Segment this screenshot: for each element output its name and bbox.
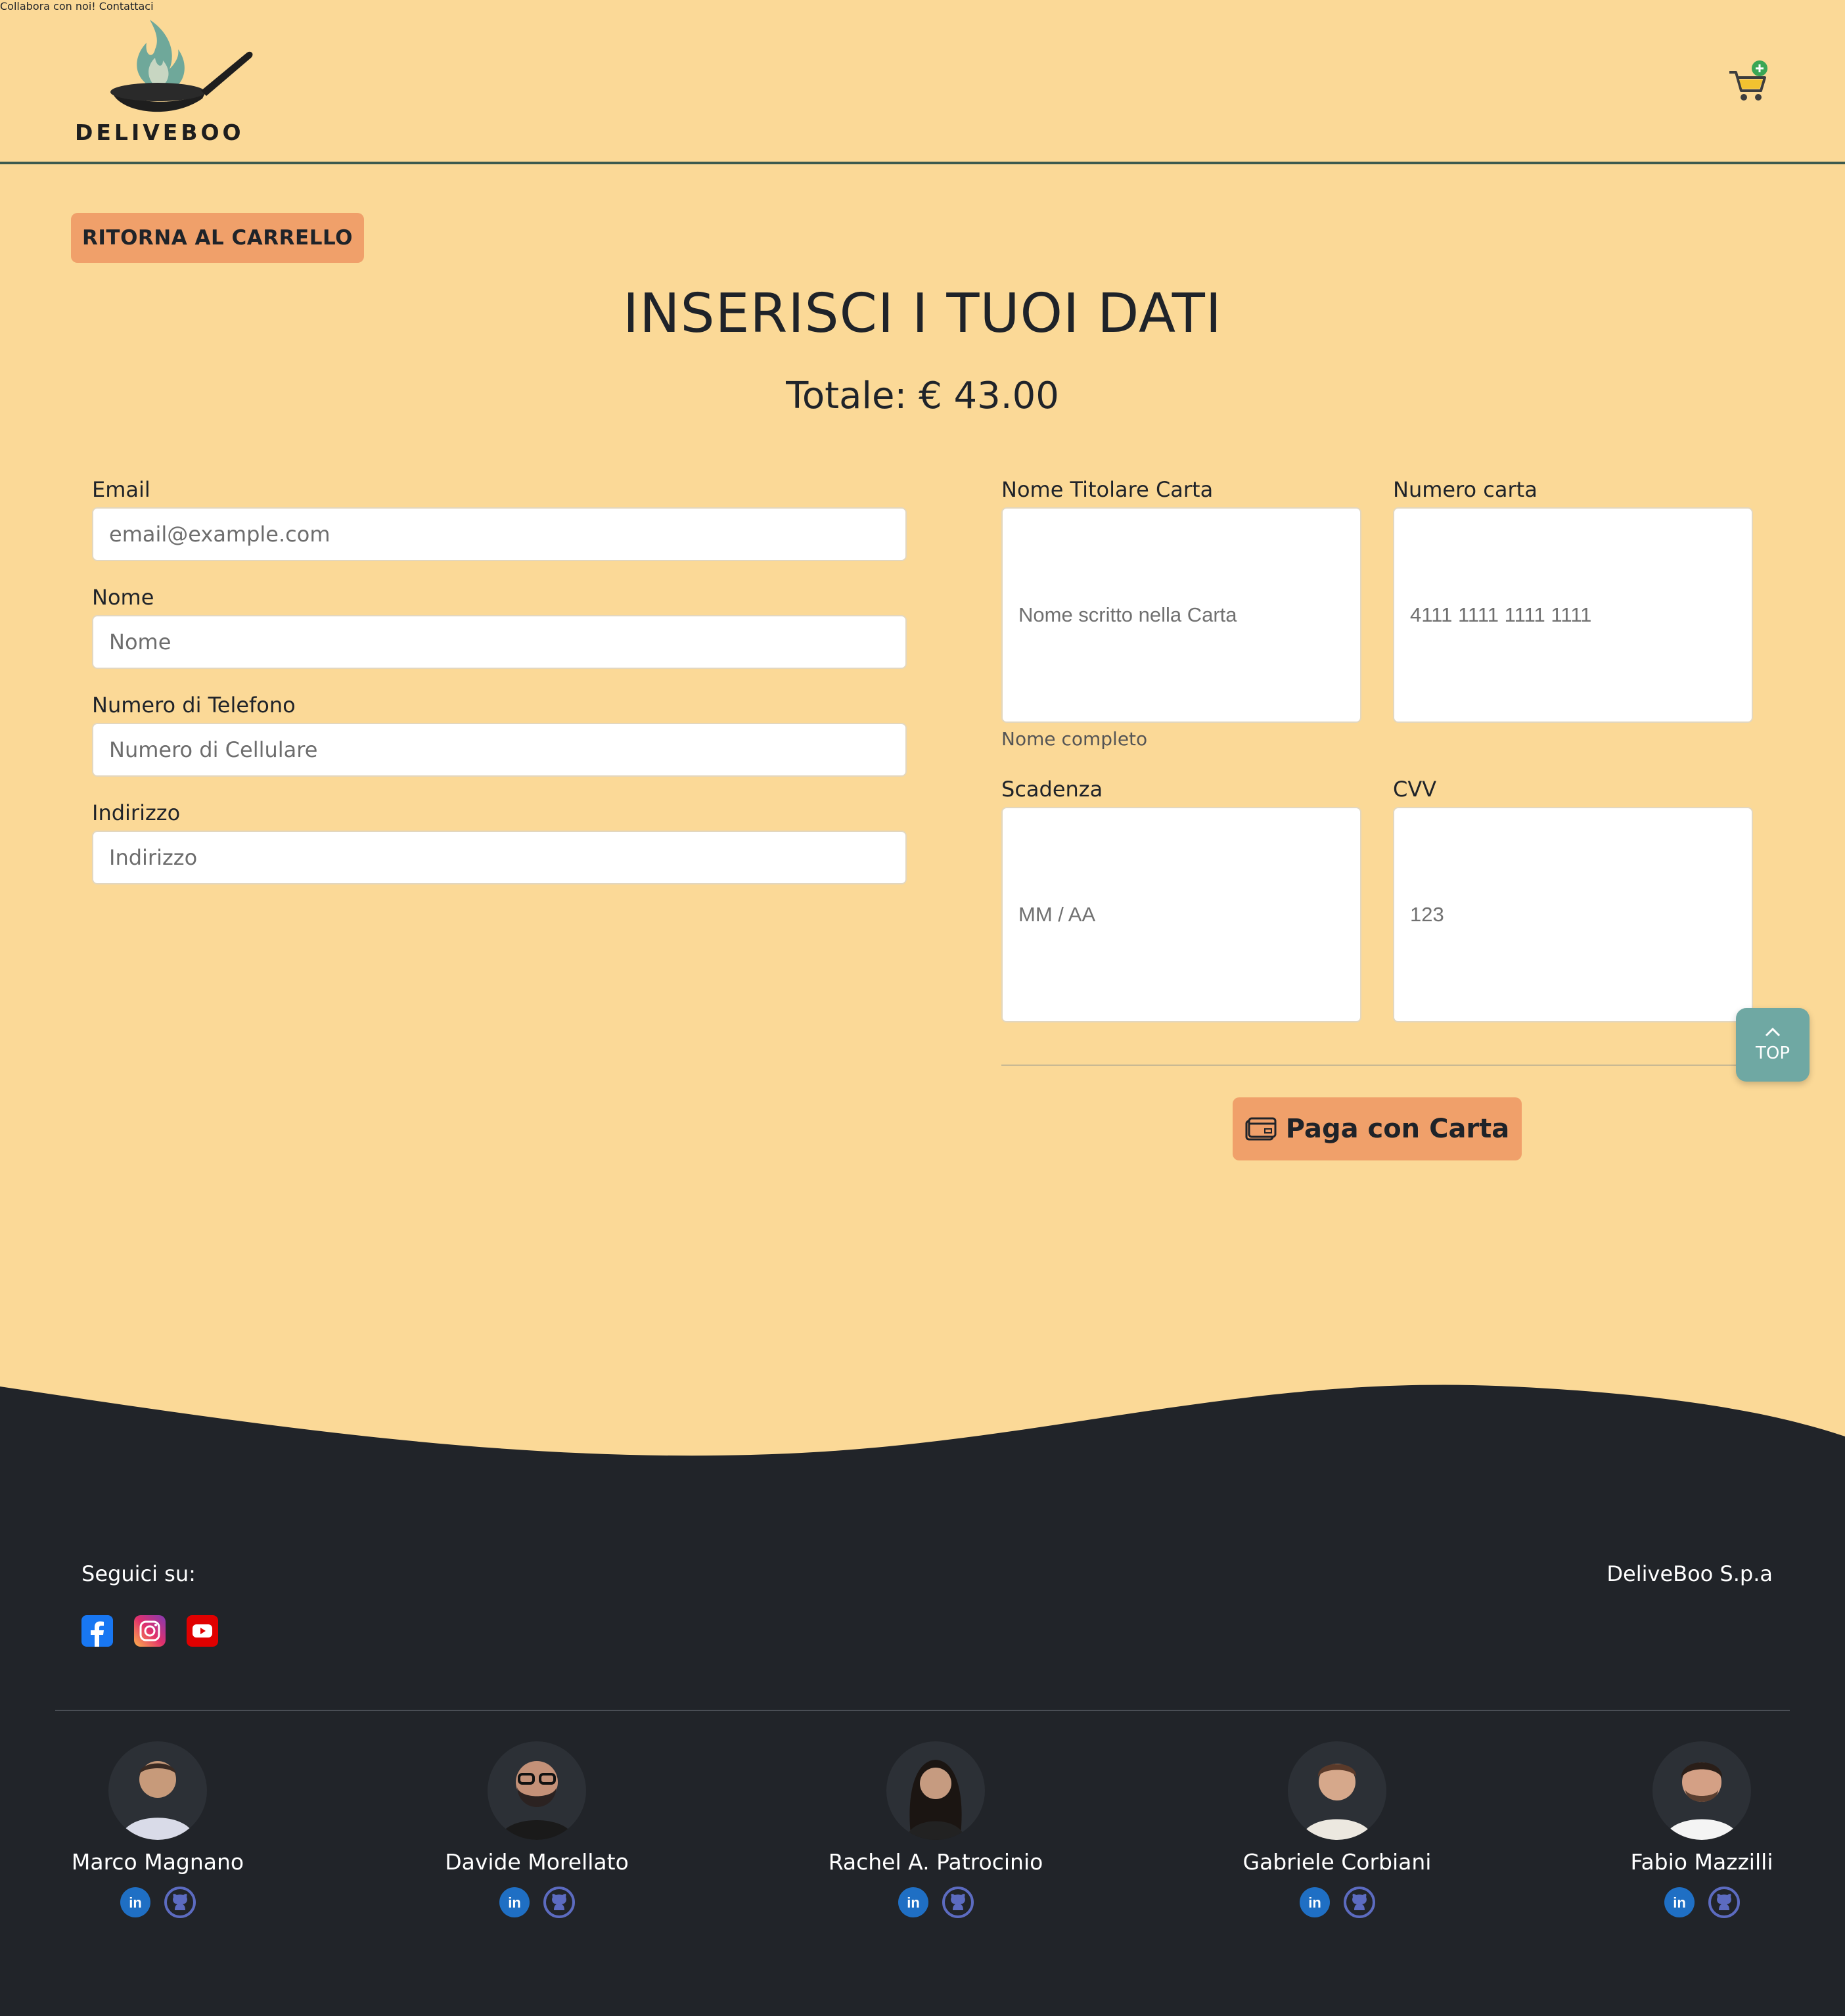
- member-name: Rachel A. Patrocinio: [828, 1849, 1043, 1875]
- svg-text:in: in: [508, 1894, 521, 1911]
- page-title: INSERISCI I TUOI DATI: [623, 283, 1222, 345]
- team-member: Marco Magnano in: [26, 1741, 289, 1918]
- phone-field[interactable]: Numero di Cellulare: [92, 723, 907, 777]
- chevron-up-icon: [1765, 1027, 1781, 1037]
- expiry-label: Scadenza: [1001, 777, 1103, 802]
- follow-us-label: Seguici su:: [81, 1561, 196, 1586]
- nav-contattaci-link[interactable]: Contattaci: [99, 0, 154, 12]
- github-icon[interactable]: [164, 1887, 196, 1918]
- credit-card-icon: [1245, 1117, 1277, 1141]
- avatar: [108, 1741, 207, 1840]
- svg-text:in: in: [907, 1894, 920, 1911]
- pay-with-card-button[interactable]: Paga con Carta: [1233, 1097, 1522, 1160]
- phone-label: Numero di Telefono: [92, 693, 296, 718]
- cvv-field[interactable]: 123: [1393, 807, 1753, 1022]
- back-to-top-button[interactable]: TOP: [1736, 1008, 1810, 1082]
- facebook-icon[interactable]: [81, 1615, 113, 1647]
- youtube-icon[interactable]: [187, 1615, 218, 1647]
- nav-collabora-link[interactable]: Collabora con noi!: [0, 0, 96, 12]
- linkedin-icon[interactable]: in: [499, 1887, 530, 1918]
- card-number-field[interactable]: 4111 1111 1111 1111: [1393, 507, 1753, 723]
- instagram-icon[interactable]: [134, 1615, 166, 1647]
- cardholder-label: Nome Titolare Carta: [1001, 477, 1214, 502]
- checkout-page: DELIVEBOO Collabora con noi! Contattaci …: [0, 0, 1845, 2016]
- address-field[interactable]: Indirizzo: [92, 831, 907, 884]
- team-member: Fabio Mazzilli in: [1570, 1741, 1833, 1918]
- github-icon[interactable]: [942, 1887, 974, 1918]
- member-name: Davide Morellato: [445, 1849, 629, 1875]
- email-label: Email: [92, 477, 150, 502]
- order-total: Totale: € 43.00: [786, 375, 1059, 417]
- cardholder-hint: Nome completo: [1001, 728, 1148, 750]
- team-member: Davide Morellato in: [405, 1741, 668, 1918]
- linkedin-icon[interactable]: in: [898, 1887, 929, 1918]
- team-member: Gabriele Corbiani in: [1206, 1741, 1469, 1918]
- expiry-field[interactable]: MM / AA: [1001, 807, 1361, 1022]
- github-icon[interactable]: [543, 1887, 575, 1918]
- linkedin-icon[interactable]: in: [1299, 1887, 1331, 1918]
- avatar: [1288, 1741, 1386, 1840]
- site-header: DELIVEBOO Collabora con noi! Contattaci: [0, 0, 1845, 164]
- cardholder-field[interactable]: Nome scritto nella Carta: [1001, 507, 1361, 723]
- company-name: DeliveBoo S.p.a: [1606, 1561, 1773, 1586]
- address-label: Indirizzo: [92, 800, 181, 825]
- email-field[interactable]: email@example.com: [92, 507, 907, 561]
- avatar: [886, 1741, 985, 1840]
- member-name: Marco Magnano: [71, 1849, 244, 1875]
- linkedin-icon[interactable]: in: [120, 1887, 151, 1918]
- avatar: [488, 1741, 586, 1840]
- avatar: [1652, 1741, 1751, 1840]
- cart-icon[interactable]: [1727, 58, 1770, 104]
- pay-button-label: Paga con Carta: [1285, 1114, 1510, 1144]
- member-name: Fabio Mazzilli: [1630, 1849, 1773, 1875]
- top-button-label: TOP: [1755, 1043, 1790, 1063]
- svg-text:in: in: [1673, 1894, 1686, 1911]
- svg-text:in: in: [1308, 1894, 1321, 1911]
- member-name: Gabriele Corbiani: [1242, 1849, 1432, 1875]
- back-to-cart-button[interactable]: RITORNA AL CARRELLO: [71, 213, 364, 263]
- svg-text:in: in: [129, 1894, 142, 1911]
- logo-text: DELIVEBOO: [75, 120, 244, 145]
- name-field[interactable]: Nome: [92, 615, 907, 669]
- linkedin-icon[interactable]: in: [1664, 1887, 1695, 1918]
- payment-divider: [1001, 1065, 1753, 1066]
- cvv-label: CVV: [1393, 777, 1437, 802]
- name-label: Nome: [92, 585, 154, 610]
- github-icon[interactable]: [1708, 1887, 1740, 1918]
- footer-divider: [55, 1710, 1790, 1711]
- card-number-label: Numero carta: [1393, 477, 1538, 502]
- github-icon[interactable]: [1344, 1887, 1375, 1918]
- team-member: Rachel A. Patrocinio in: [804, 1741, 1067, 1918]
